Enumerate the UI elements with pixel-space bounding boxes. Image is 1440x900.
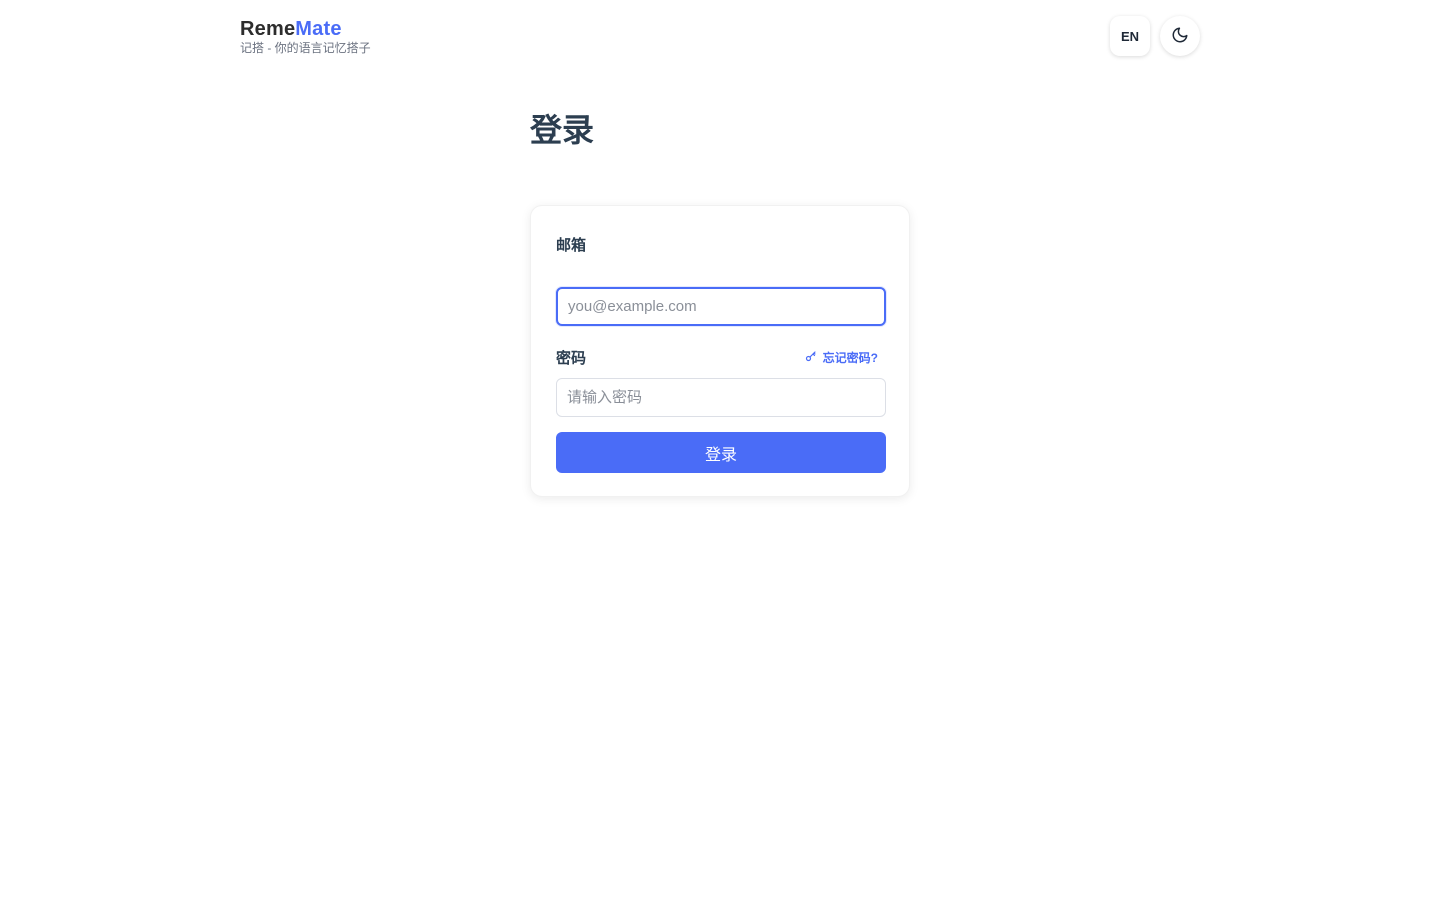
password-label: 密码 [556,350,587,367]
email-input[interactable] [556,287,886,326]
forgot-password-link[interactable]: 忘记密码? [805,349,878,366]
language-toggle-button[interactable]: EN [1110,16,1150,56]
forgot-password-label: 忘记密码? [822,351,878,365]
login-submit-button[interactable]: 登录 [556,432,886,473]
header-actions: EN [1110,16,1200,56]
theme-toggle-button[interactable] [1160,16,1200,56]
moon-icon [1171,26,1189,47]
brand-name: RemeMate [240,18,371,40]
brand-name-part1: Reme [240,18,296,40]
login-card: 邮箱 密码 忘记密码? 登录 [530,205,910,497]
app-header: RemeMate 记搭 - 你的语言记忆搭子 EN [240,16,1200,56]
key-icon [805,350,817,365]
brand-tagline: 记搭 - 你的语言记忆搭子 [240,41,371,55]
brand-name-part2: Mate [295,18,342,40]
email-label: 邮箱 [556,237,587,254]
password-input[interactable] [556,378,886,417]
brand[interactable]: RemeMate 记搭 - 你的语言记忆搭子 [240,18,371,55]
page-title: 登录 [530,112,595,148]
